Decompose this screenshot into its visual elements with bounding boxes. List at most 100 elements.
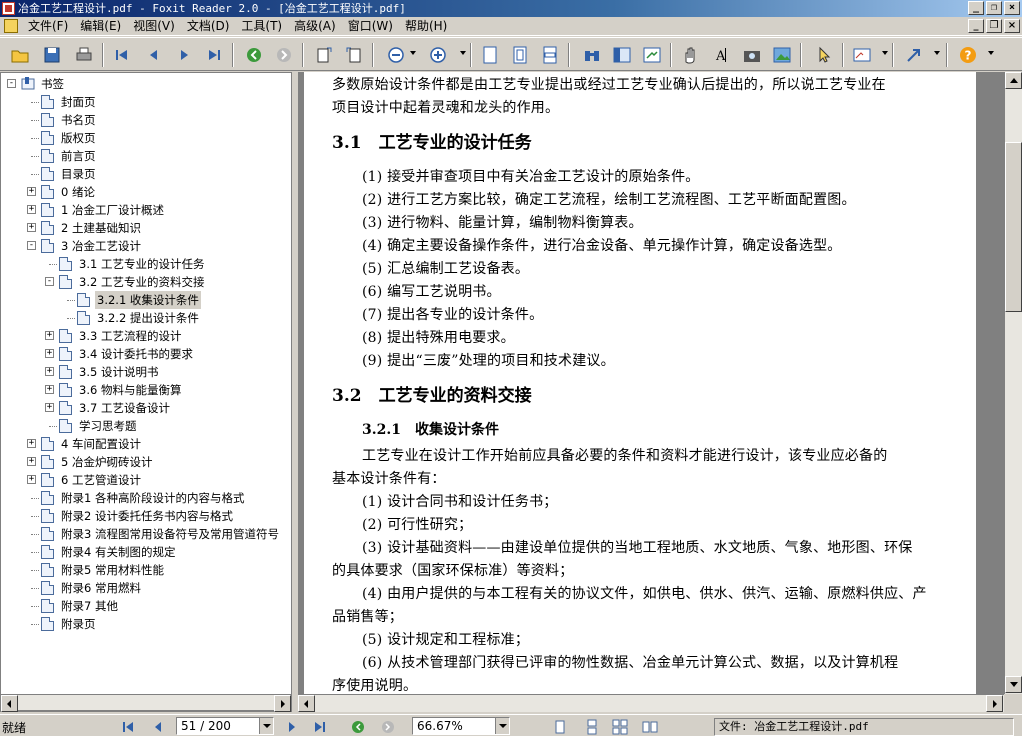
document-menu-icon[interactable]	[4, 19, 18, 33]
expand-toggle[interactable]: +	[45, 385, 54, 394]
bookmark-item[interactable]: 附录页	[1, 615, 291, 633]
bookmark-item[interactable]: - 3.2 工艺专业的资料交接	[1, 273, 291, 291]
single-page-view-icon[interactable]	[552, 719, 568, 735]
bookmark-item[interactable]: 附录3 流程图常用设备符号及常用管道符号	[1, 525, 291, 543]
expand-toggle[interactable]: +	[27, 223, 36, 232]
print-icon[interactable]	[72, 43, 96, 67]
bookmark-item[interactable]: 学习思考题	[1, 417, 291, 435]
status-next-page-icon[interactable]	[284, 719, 300, 735]
status-prev-page-icon[interactable]	[150, 719, 166, 735]
select-icon[interactable]	[812, 43, 836, 67]
bookmark-item[interactable]: 附录7 其他	[1, 597, 291, 615]
page-number-input[interactable]: 51 / 200	[176, 717, 274, 735]
expand-toggle[interactable]: +	[45, 367, 54, 376]
bookmark-item[interactable]: +2 土建基础知识	[1, 219, 291, 237]
prev-page-icon[interactable]	[142, 43, 166, 67]
open-icon[interactable]	[8, 43, 32, 67]
bookmark-item[interactable]: 3.2.2 提出设计条件	[1, 309, 291, 327]
doc-scroll-right-button[interactable]	[986, 695, 1003, 712]
status-last-page-icon[interactable]	[312, 719, 328, 735]
scroll-up-button[interactable]	[1005, 72, 1022, 89]
save-icon[interactable]	[40, 43, 64, 67]
bookmark-item[interactable]: 3.2.1 收集设计条件	[1, 291, 291, 309]
page-dropdown-button[interactable]	[259, 718, 273, 734]
annotation-icon[interactable]	[850, 43, 874, 67]
bookmark-item[interactable]: 版权页	[1, 129, 291, 147]
last-page-icon[interactable]	[202, 43, 226, 67]
first-page-icon[interactable]	[110, 43, 134, 67]
bookmark-item[interactable]: +3.3 工艺流程的设计	[1, 327, 291, 345]
expand-toggle[interactable]: +	[27, 205, 36, 214]
menu-window[interactable]: 窗口(W)	[342, 17, 399, 36]
zoom-dropdown-button[interactable]	[495, 718, 509, 734]
document-horizontal-scrollbar[interactable]	[298, 694, 1004, 712]
expand-toggle[interactable]: +	[45, 331, 54, 340]
bookmark-item[interactable]: +4 车间配置设计	[1, 435, 291, 453]
menu-edit[interactable]: 编辑(E)	[74, 17, 127, 36]
bookmark-item[interactable]: 附录4 有关制图的规定	[1, 543, 291, 561]
expand-toggle[interactable]: +	[45, 403, 54, 412]
menu-document[interactable]: 文档(D)	[181, 17, 236, 36]
scroll-right-button[interactable]	[274, 695, 291, 712]
collapse-toggle[interactable]: -	[45, 277, 54, 286]
bookmark-item[interactable]: +3.4 设计委托书的要求	[1, 345, 291, 363]
bookmark-item[interactable]: 封面页	[1, 93, 291, 111]
bookmark-item[interactable]: 附录5 常用材料性能	[1, 561, 291, 579]
bookmark-item[interactable]: +0 绪论	[1, 183, 291, 201]
bookmark-panel-icon[interactable]	[610, 43, 634, 67]
bookmark-item[interactable]: +3.5 设计说明书	[1, 363, 291, 381]
zoom-level-input[interactable]: 66.67%	[412, 717, 510, 735]
help-icon[interactable]: ?	[956, 43, 980, 67]
expand-toggle[interactable]: +	[27, 475, 36, 484]
bookmark-item[interactable]: 前言页	[1, 147, 291, 165]
expand-toggle[interactable]: +	[45, 349, 54, 358]
bookmark-root[interactable]: - 书签	[1, 75, 291, 93]
document-view[interactable]: 多数原始设计条件都是由工艺专业提出或经过工艺专业确认后提出的，所以说工艺专业在项…	[298, 72, 1004, 694]
arrow-tool-icon[interactable]	[902, 43, 926, 67]
minimize-button[interactable]: _	[968, 1, 984, 15]
continuous-facing-view-icon[interactable]	[642, 719, 658, 735]
doc-minimize-button[interactable]: _	[968, 19, 984, 33]
close-button[interactable]: ×	[1004, 1, 1020, 15]
bookmark-item[interactable]: 3.1 工艺专业的设计任务	[1, 255, 291, 273]
bookmark-item[interactable]: - 3 冶金工艺设计	[1, 237, 291, 255]
back-icon[interactable]	[242, 43, 266, 67]
expand-toggle[interactable]: +	[27, 457, 36, 466]
menu-help[interactable]: 帮助(H)	[399, 17, 453, 36]
bookmark-item[interactable]: +3.7 工艺设备设计	[1, 399, 291, 417]
forward-icon[interactable]	[272, 43, 296, 67]
bookmark-item[interactable]: 书名页	[1, 111, 291, 129]
scroll-thumb[interactable]	[1005, 142, 1022, 312]
scroll-down-button[interactable]	[1005, 676, 1022, 693]
status-back-icon[interactable]	[350, 719, 366, 735]
bookmark-item[interactable]: 目录页	[1, 165, 291, 183]
find-icon[interactable]	[580, 43, 604, 67]
menu-tools[interactable]: 工具(T)	[235, 17, 288, 36]
rotate-left-icon[interactable]	[312, 43, 336, 67]
doc-restore-button[interactable]: ❐	[986, 19, 1002, 33]
restore-button[interactable]: ❐	[986, 1, 1002, 15]
status-first-page-icon[interactable]	[120, 719, 136, 735]
zoom-out-icon[interactable]	[384, 43, 408, 67]
fit-page-icon[interactable]	[508, 43, 532, 67]
document-vertical-scrollbar[interactable]	[1004, 72, 1022, 694]
expand-toggle[interactable]: +	[27, 439, 36, 448]
doc-scroll-left-button[interactable]	[298, 695, 315, 712]
next-page-icon[interactable]	[172, 43, 196, 67]
image-icon[interactable]	[770, 43, 794, 67]
doc-close-button[interactable]: ×	[1004, 19, 1020, 33]
fit-width-icon[interactable]	[538, 43, 562, 67]
typewriter-icon[interactable]	[640, 43, 664, 67]
bookmark-item[interactable]: 附录2 设计委托任务书内容与格式	[1, 507, 291, 525]
bookmark-item[interactable]: +5 冶金炉砌砖设计	[1, 453, 291, 471]
actual-size-icon[interactable]	[478, 43, 502, 67]
zoom-in-icon[interactable]	[426, 43, 450, 67]
bookmark-item[interactable]: +6 工艺管道设计	[1, 471, 291, 489]
collapse-toggle[interactable]: -	[7, 79, 16, 88]
text-select-icon[interactable]: A	[710, 43, 734, 67]
bookmark-item[interactable]: 附录6 常用燃料	[1, 579, 291, 597]
status-forward-icon[interactable]	[380, 719, 396, 735]
snapshot-icon[interactable]	[740, 43, 764, 67]
expand-toggle[interactable]: +	[27, 187, 36, 196]
scroll-left-button[interactable]	[1, 695, 18, 712]
